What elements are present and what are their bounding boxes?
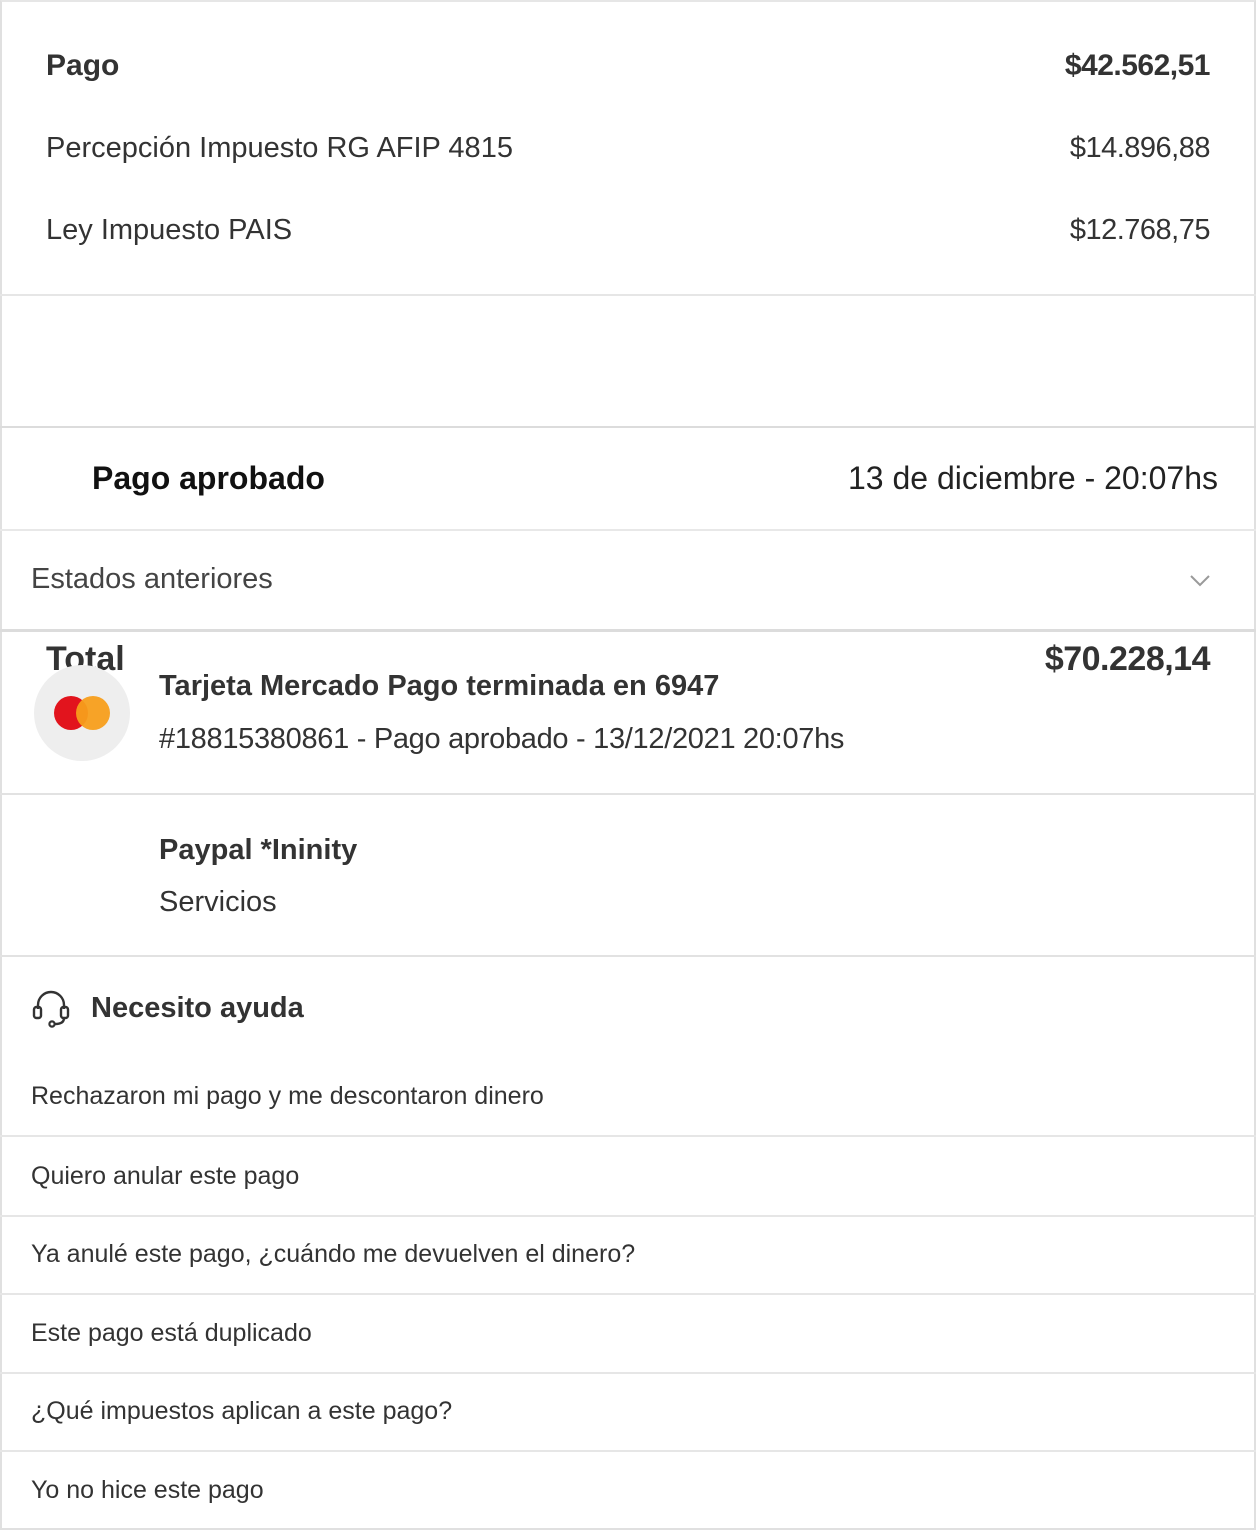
status-title: Pago aprobado — [92, 460, 325, 496]
mastercard-logo — [34, 665, 130, 761]
percepcion-label: Percepción Impuesto RG AFIP 4815 — [46, 131, 513, 164]
help-item-rechazaron[interactable]: Rechazaron mi pago y me descontaron dine… — [0, 1058, 1256, 1137]
help-item-label: Ya anulé este pago, ¿cuándo me devuelven… — [31, 1240, 636, 1268]
payment-method-card: Tarjeta Mercado Pago terminada en 6947 #… — [0, 634, 1256, 795]
help-item-label: ¿Qué impuestos aplican a este pago? — [31, 1397, 453, 1425]
help-item-duplicado[interactable]: Este pago está duplicado — [0, 1295, 1256, 1374]
help-header: Necesito ayuda — [31, 988, 304, 1028]
ley-amount: $12.768,75 — [1069, 213, 1211, 246]
ley-label: Ley Impuesto PAIS — [46, 213, 293, 246]
chevron-down-icon — [1190, 575, 1210, 587]
help-item-label: Yo no hice este pago — [31, 1476, 264, 1504]
summary-row-percepcion: Percepción Impuesto RG AFIP 4815 $14.896… — [46, 126, 1211, 170]
help-item-label: Este pago está duplicado — [31, 1319, 312, 1347]
payment-summary: Pago $42.562,51 Percepción Impuesto RG A… — [0, 0, 1256, 296]
help-item-ya-anule[interactable]: Ya anulé este pago, ¿cuándo me devuelven… — [0, 1216, 1256, 1295]
summary-row-ley: Ley Impuesto PAIS $12.768,75 — [46, 208, 1211, 252]
help-item-impuestos[interactable]: ¿Qué impuestos aplican a este pago? — [0, 1373, 1256, 1452]
card-title: Tarjeta Mercado Pago terminada en 6947 — [159, 670, 720, 702]
help-section: Necesito ayuda Rechazaron mi pago y me d… — [0, 958, 1256, 1530]
merchant-section: Paypal *Ininity Servicios — [0, 796, 1256, 957]
mastercard-orange-circle — [76, 696, 110, 730]
merchant-category: Servicios — [159, 886, 277, 918]
help-item-anular[interactable]: Quiero anular este pago — [0, 1138, 1256, 1217]
pago-amount: $42.562,51 — [1064, 49, 1211, 82]
previous-states-label: Estados anteriores — [31, 563, 273, 595]
percepcion-amount: $14.896,88 — [1069, 131, 1211, 164]
previous-states-toggle[interactable]: Estados anteriores — [0, 532, 1256, 632]
card-subtitle: #18815380861 - Pago aprobado - 13/12/202… — [159, 723, 845, 755]
help-item-label: Rechazaron mi pago y me descontaron dine… — [31, 1082, 544, 1110]
merchant-name: Paypal *Ininity — [159, 834, 358, 866]
help-title: Necesito ayuda — [91, 991, 304, 1024]
status-section: Pago aprobado 13 de diciembre - 20:07hs — [0, 430, 1256, 531]
pago-label: Pago — [46, 49, 120, 82]
status-date: 13 de diciembre - 20:07hs — [848, 460, 1218, 496]
headset-icon — [32, 990, 70, 1028]
summary-row-pago: Pago $42.562,51 — [46, 44, 1211, 88]
total-section: Total $70.228,14 — [0, 296, 1256, 678]
help-item-no-hice[interactable]: Yo no hice este pago — [0, 1452, 1256, 1528]
help-item-label: Quiero anular este pago — [31, 1162, 300, 1190]
